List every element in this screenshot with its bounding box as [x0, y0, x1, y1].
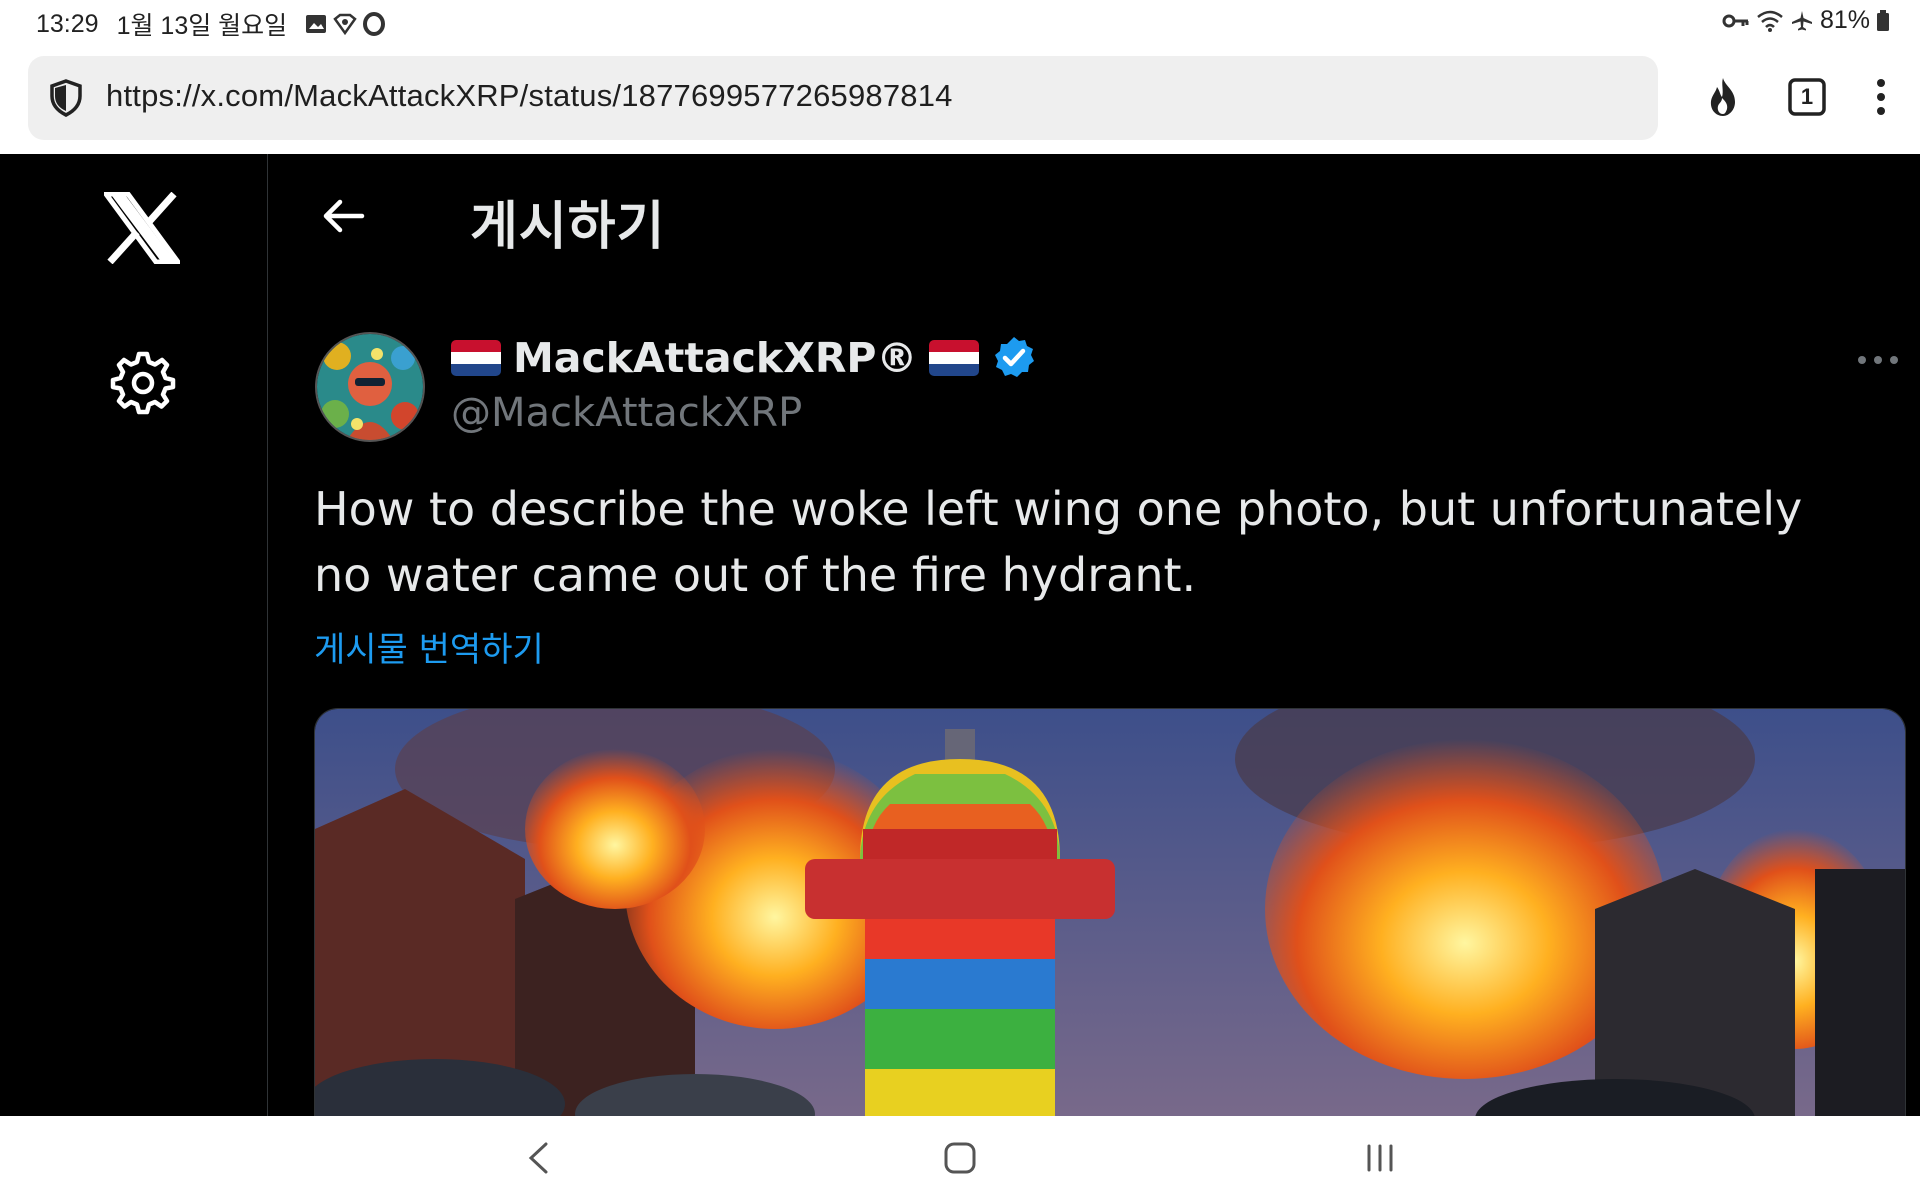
side-navigation: [0, 154, 268, 1116]
fire-hydrant-photo: [315, 709, 1905, 1129]
flame-button[interactable]: [1700, 74, 1746, 120]
nav-home-button[interactable]: [932, 1132, 988, 1184]
netherlands-flag-icon: [451, 340, 501, 376]
status-bar: 13:29 1월 13일 월요일 81%: [0, 0, 1920, 44]
airplane-icon: [1791, 10, 1812, 30]
wifi-icon: [1757, 10, 1783, 32]
author-handle[interactable]: @MackAttackXRP: [451, 390, 802, 436]
display-name[interactable]: MackAttackXRP®: [513, 334, 917, 382]
x-app: 게시하기 MackAttackXRP® @MackAttackXRP How t…: [0, 154, 1920, 1130]
shield-icon[interactable]: [46, 78, 86, 118]
notification-icons: [305, 12, 386, 36]
nav-back-button[interactable]: [510, 1132, 566, 1184]
home-icon: [944, 1142, 976, 1174]
recents-icon: [1367, 1144, 1393, 1172]
tweet-text: How to describe the woke left wing one p…: [314, 482, 1803, 602]
verified-badge-icon: [995, 337, 1035, 377]
avatar-image: [317, 334, 423, 440]
avatar[interactable]: [315, 332, 425, 442]
more-vertical-icon: [1877, 79, 1885, 115]
flame-icon: [1710, 78, 1735, 116]
vpn-icon: [333, 13, 357, 35]
date: 1월 13일 월요일: [116, 12, 288, 40]
gallery-icon: [306, 15, 327, 33]
battery-level: 81%: [1819, 6, 1870, 34]
status-left: 13:29 1월 13일 월요일: [36, 6, 386, 42]
browser-toolbar: https://x.com/MackAttackXRP/status/18776…: [0, 44, 1920, 154]
browser-menu-button[interactable]: [1858, 74, 1904, 120]
x-logo-icon[interactable]: [104, 192, 180, 264]
page-title: 게시하기: [470, 197, 666, 257]
translate-post-link[interactable]: 게시물 번역하기: [314, 622, 544, 671]
main-column: 게시하기 MackAttackXRP® @MackAttackXRP How t…: [268, 154, 1920, 1130]
url-text[interactable]: https://x.com/MackAttackXRP/status/18776…: [106, 78, 953, 114]
tabs-button[interactable]: 1: [1784, 74, 1830, 120]
clock: 13:29: [36, 9, 99, 38]
battery-icon: [1877, 9, 1889, 31]
author-name-row[interactable]: MackAttackXRP®: [451, 334, 1037, 382]
tweet-media-image[interactable]: [314, 708, 1906, 1130]
more-options-icon[interactable]: [1856, 352, 1900, 368]
system-navigation-bar: [0, 1116, 1920, 1200]
nav-recents-button[interactable]: [1352, 1132, 1408, 1184]
settings-gear-icon[interactable]: [110, 350, 176, 416]
back-arrow-icon[interactable]: [318, 194, 368, 238]
address-bar[interactable]: https://x.com/MackAttackXRP/status/18776…: [28, 56, 1658, 140]
tab-count: 1: [1800, 84, 1814, 109]
opera-icon: [363, 12, 386, 36]
back-icon: [528, 1142, 548, 1174]
key-icon: [1722, 14, 1749, 27]
status-right: 81%: [1722, 6, 1890, 35]
netherlands-flag-icon: [929, 340, 980, 376]
